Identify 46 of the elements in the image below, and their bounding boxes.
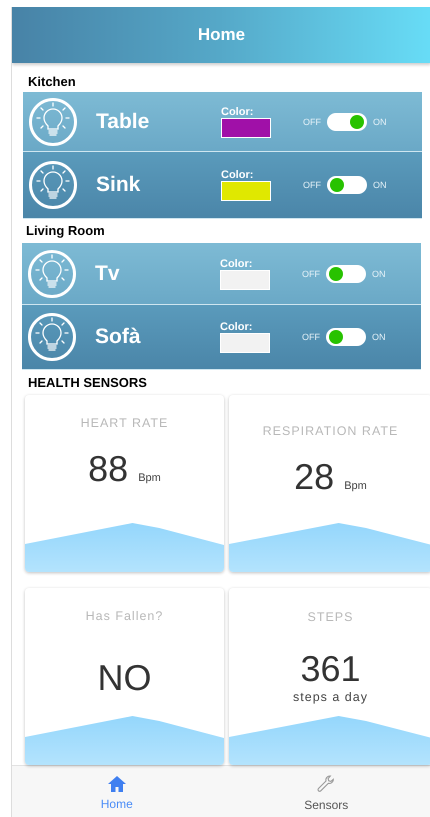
sensor-label: Has Fallen?	[86, 609, 164, 623]
color-label: Color:	[221, 106, 254, 118]
color-swatch[interactable]	[220, 270, 270, 290]
wrench-icon	[316, 774, 336, 794]
color-label: Color:	[220, 258, 252, 270]
light-name: Tv	[95, 262, 121, 286]
toggle-switch[interactable]	[326, 328, 366, 346]
lightbulb-icon	[28, 160, 78, 210]
section-heading: Living Room	[26, 223, 105, 238]
on-label: ON	[372, 268, 386, 278]
sensor-unit: Bpm	[138, 472, 161, 484]
on-label: ON	[373, 116, 386, 126]
color-swatch[interactable]	[221, 118, 271, 138]
section-heading: Kitchen	[28, 74, 76, 89]
toggle-switch[interactable]	[327, 176, 367, 194]
light-name: Sofà	[95, 325, 142, 349]
section-heading: HEALTH SENSORS	[28, 375, 147, 390]
sensor-value: 28	[294, 456, 334, 498]
sensor-value: 88	[88, 448, 128, 490]
sensor-label: HEART RATE	[80, 416, 168, 430]
on-label: ON	[372, 332, 386, 342]
tab-item[interactable]: Sensors	[222, 766, 430, 817]
sensor-unit: Bpm	[344, 480, 367, 492]
lightbulb-icon	[27, 312, 77, 362]
off-label: OFF	[302, 268, 320, 278]
light-name: Sink	[96, 173, 142, 197]
toggle-switch[interactable]	[326, 264, 366, 282]
home-icon	[106, 775, 127, 793]
sensor-caption: steps a day	[293, 690, 368, 704]
sensor-label: RESPIRATION RATE	[262, 424, 398, 438]
sensor-value: 361	[300, 648, 361, 690]
lightbulb-icon	[28, 96, 78, 146]
color-swatch[interactable]	[220, 333, 270, 353]
light-name: Table	[96, 110, 150, 134]
lightbulb-icon	[27, 248, 77, 298]
off-label: OFF	[303, 180, 321, 190]
on-label: ON	[373, 180, 386, 190]
sensor-label: STEPS	[308, 610, 354, 624]
color-label: Color:	[220, 321, 252, 333]
sensor-value: NO	[98, 657, 152, 699]
toggle-switch[interactable]	[327, 112, 367, 130]
off-label: OFF	[303, 116, 321, 126]
page-title: Home	[198, 25, 246, 45]
off-label: OFF	[302, 332, 320, 342]
color-swatch[interactable]	[221, 181, 271, 201]
color-label: Color:	[221, 169, 254, 181]
